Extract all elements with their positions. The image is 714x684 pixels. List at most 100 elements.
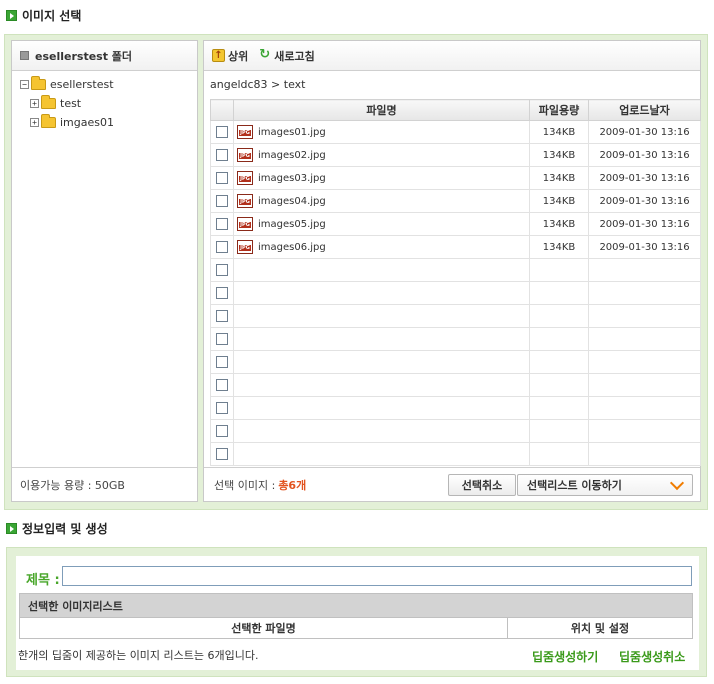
- tree-node-label[interactable]: imgaes01: [60, 116, 114, 129]
- deepzoom-note: 한개의 딥줌이 제공하는 이미지 리스트는 6개입니다.: [18, 649, 259, 662]
- row-checkbox[interactable]: [216, 425, 228, 437]
- tree-node-imgaes01[interactable]: + imgaes01: [20, 113, 197, 132]
- size-cell: [529, 396, 589, 420]
- tree-node-test[interactable]: + test: [20, 94, 197, 113]
- checkbox-cell: [210, 442, 234, 466]
- checkbox-cell: [210, 419, 234, 443]
- checkbox-cell: [210, 396, 234, 420]
- empty-row: [210, 258, 701, 282]
- up-button[interactable]: ↑ 상위: [212, 48, 248, 64]
- tree-node-root[interactable]: − esellerstest: [20, 75, 197, 94]
- selected-count: 총6개: [278, 478, 307, 492]
- filename-cell: JPG images05.jpg: [233, 212, 530, 236]
- size-cell: [529, 258, 589, 282]
- file-name-label: images03.jpg: [258, 172, 326, 184]
- date-cell: [588, 373, 701, 397]
- section-bullet-icon: [6, 523, 17, 534]
- filename-cell: JPG images01.jpg: [233, 120, 530, 144]
- date-cell: [588, 442, 701, 466]
- date-cell: [588, 350, 701, 374]
- file-name[interactable]: JPG images04.jpg: [234, 194, 529, 208]
- selected-label: 선택 이미지 :: [214, 478, 276, 492]
- file-name[interactable]: JPG images05.jpg: [234, 217, 529, 231]
- expand-icon[interactable]: +: [30, 99, 39, 108]
- file-row: JPG images04.jpg 134KB 2009-01-30 13:16: [210, 189, 701, 213]
- row-checkbox[interactable]: [216, 195, 228, 207]
- folder-panel: esellerstest 폴더 − esellerstest + test + …: [11, 40, 198, 502]
- create-deepzoom-link[interactable]: 딥줌생성하기: [532, 648, 598, 665]
- empty-row: [210, 373, 701, 397]
- row-checkbox[interactable]: [216, 264, 228, 276]
- folder-open-icon: [31, 76, 46, 90]
- info-section-title: 정보입력 및 생성: [6, 520, 108, 537]
- col-position-settings: 위치 및 설정: [570, 622, 630, 635]
- row-checkbox[interactable]: [216, 218, 228, 230]
- cancel-deepzoom-link[interactable]: 딥줌생성취소: [619, 648, 685, 665]
- tree-node-label[interactable]: esellerstest: [50, 78, 114, 91]
- row-checkbox[interactable]: [216, 126, 228, 138]
- file-name[interactable]: JPG images06.jpg: [234, 240, 529, 254]
- file-table-header: 파일명 파일용량 업로드날자: [210, 99, 701, 121]
- filename-cell: [233, 304, 530, 328]
- jpg-file-icon: JPG: [237, 217, 253, 231]
- folder-header-icon: [20, 51, 29, 60]
- empty-row: [210, 327, 701, 351]
- up-button-label: 상위: [228, 49, 249, 63]
- file-row: JPG images05.jpg 134KB 2009-01-30 13:16: [210, 212, 701, 236]
- title-input[interactable]: [62, 566, 692, 586]
- refresh-icon: ↻: [259, 47, 271, 62]
- row-checkbox[interactable]: [216, 172, 228, 184]
- filename-cell: [233, 281, 530, 305]
- breadcrumb: angeldc83 > text: [210, 77, 306, 91]
- size-cell: 134KB: [529, 235, 589, 259]
- filename-cell: [233, 258, 530, 282]
- folder-panel-title: esellerstest 폴더: [35, 49, 133, 63]
- move-list-button[interactable]: 선택리스트 이동하기: [517, 474, 693, 496]
- chevron-down-icon: [669, 475, 685, 491]
- checkbox-cell: [210, 258, 234, 282]
- empty-row: [210, 350, 701, 374]
- row-checkbox[interactable]: [216, 149, 228, 161]
- checkbox-cell: [210, 143, 234, 167]
- file-panel: ↑ 상위 ↻ 새로고침 angeldc83 > text 파일명 파일용량 업로…: [203, 40, 701, 502]
- row-checkbox[interactable]: [216, 287, 228, 299]
- row-checkbox[interactable]: [216, 402, 228, 414]
- size-cell: [529, 281, 589, 305]
- filename-cell: [233, 419, 530, 443]
- file-row: JPG images02.jpg 134KB 2009-01-30 13:16: [210, 143, 701, 167]
- file-panel-footer: 선택 이미지 : 총6개 선택취소 선택리스트 이동하기: [204, 467, 700, 501]
- col-selected-filename: 선택한 파일명: [20, 618, 508, 638]
- date-cell: [588, 419, 701, 443]
- file-name[interactable]: JPG images01.jpg: [234, 125, 529, 139]
- folder-up-icon: ↑: [212, 49, 225, 62]
- size-cell: 134KB: [529, 189, 589, 213]
- row-checkbox[interactable]: [216, 333, 228, 345]
- size-cell: [529, 373, 589, 397]
- row-checkbox[interactable]: [216, 310, 228, 322]
- date-cell: [588, 304, 701, 328]
- size-cell: 134KB: [529, 212, 589, 236]
- col-checkbox-header: [210, 99, 234, 121]
- checkbox-cell: [210, 120, 234, 144]
- checkbox-cell: [210, 304, 234, 328]
- file-name[interactable]: JPG images03.jpg: [234, 171, 529, 185]
- refresh-button[interactable]: ↻ 새로고침: [258, 48, 314, 64]
- size-cell: [529, 350, 589, 374]
- row-checkbox[interactable]: [216, 356, 228, 368]
- info-frame: 제목 : 선택한 이미지리스트 선택한 파일명 위치 및 설정 한개의 딥줌이 …: [6, 547, 707, 677]
- row-checkbox[interactable]: [216, 241, 228, 253]
- date-cell: [588, 258, 701, 282]
- size-cell: [529, 419, 589, 443]
- row-checkbox[interactable]: [216, 379, 228, 391]
- filename-cell: JPG images06.jpg: [233, 235, 530, 259]
- tree-node-label[interactable]: test: [60, 97, 81, 110]
- cancel-selection-button[interactable]: 선택취소: [448, 474, 516, 496]
- empty-row: [210, 442, 701, 466]
- jpg-file-icon: JPG: [237, 148, 253, 162]
- row-checkbox[interactable]: [216, 448, 228, 460]
- jpg-file-icon: JPG: [237, 240, 253, 254]
- collapse-icon[interactable]: −: [20, 80, 29, 89]
- jpg-file-icon: JPG: [237, 171, 253, 185]
- expand-icon[interactable]: +: [30, 118, 39, 127]
- file-name[interactable]: JPG images02.jpg: [234, 148, 529, 162]
